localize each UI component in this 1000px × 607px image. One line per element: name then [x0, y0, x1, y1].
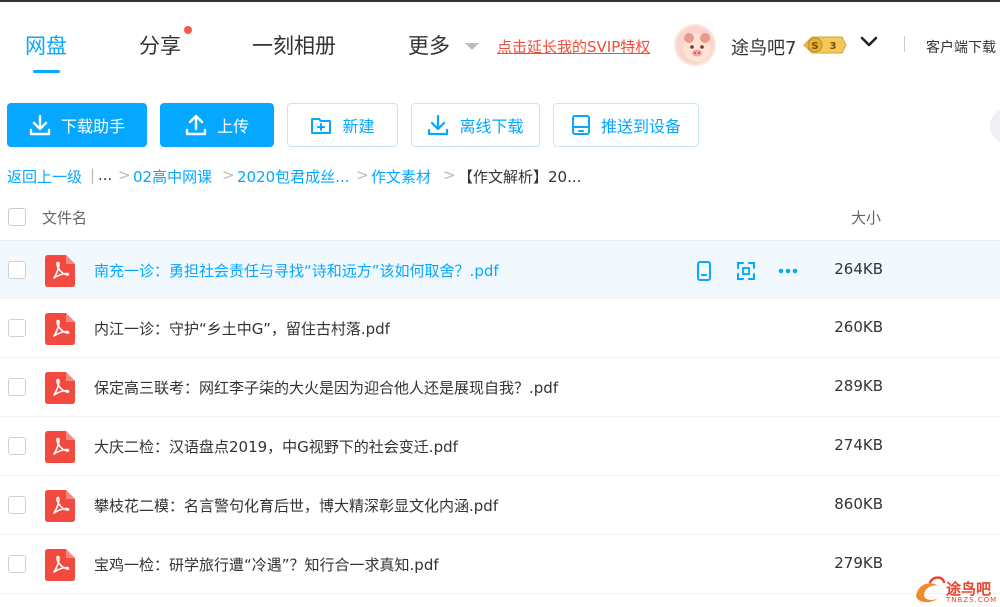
file-size: 274KB [834, 436, 883, 454]
table-row[interactable]: 内江一诊：守护“乡土中G”，留住古村落.pdf 260KB [0, 299, 1000, 358]
table-row[interactable]: 南充一诊：勇担社会责任与寻找“诗和远方”该如何取舍？.pdf 264KB [0, 240, 1000, 299]
offline-download-button[interactable]: 离线下载 [411, 103, 540, 147]
watermark-subtext: TNBZS.COM [946, 596, 998, 604]
file-name[interactable]: 内江一诊：守护“乡土中G”，留住古村落.pdf [94, 318, 390, 339]
file-size: 264KB [834, 260, 883, 278]
row-checkbox[interactable] [8, 261, 26, 279]
table-row[interactable]: 保定高三联考：网红李子柒的大火是因为迎合他人还是展现自我？.pdf 289KB [0, 358, 1000, 417]
pdf-file-icon [45, 431, 75, 463]
vip-level-number: 3 [830, 41, 837, 52]
download-helper-label: 下载助手 [60, 117, 125, 136]
pdf-file-icon [45, 372, 75, 404]
nav-tab-more[interactable]: 更多 [408, 30, 450, 60]
side-panel-toggle[interactable] [990, 108, 1000, 144]
new-folder-button[interactable]: 新建 [287, 103, 398, 147]
more-caret-icon[interactable] [465, 43, 479, 50]
breadcrumb-item-2[interactable]: 2020包君成丝... [237, 166, 349, 187]
upload-icon [185, 114, 207, 136]
breadcrumb-bar: | [90, 166, 96, 184]
nav-tab-share[interactable]: 分享 [139, 30, 181, 60]
client-download-link[interactable]: 客户端下载 [926, 37, 996, 57]
file-size: 279KB [834, 554, 883, 572]
push-to-device-button[interactable]: 推送到设备 [553, 103, 699, 147]
upload-button[interactable]: 上传 [160, 103, 274, 147]
breadcrumb-item-3[interactable]: 作文素材 [371, 166, 431, 187]
offline-download-icon [428, 114, 449, 136]
breadcrumb-sep: > [443, 166, 456, 184]
breadcrumb-sep: > [118, 166, 131, 184]
table-row[interactable]: 大庆二检：汉语盘点2019，中G视野下的社会变迁.pdf 274KB [0, 417, 1000, 476]
upload-label: 上传 [216, 117, 249, 136]
file-name[interactable]: 保定高三联考：网红李子柒的大火是因为迎合他人还是展现自我？.pdf [94, 377, 558, 398]
nav-divider [904, 36, 905, 52]
chevron-down-icon[interactable] [860, 35, 878, 49]
svip-level-badge-icon: S 3 [803, 36, 847, 54]
select-all-checkbox[interactable] [8, 208, 26, 226]
file-name[interactable]: 南充一诊：勇担社会责任与寻找“诗和远方”该如何取舍？.pdf [94, 260, 499, 281]
share-action-icon[interactable] [735, 260, 757, 282]
row-checkbox[interactable] [8, 555, 26, 573]
breadcrumb-current: 【作文解析】20... [458, 168, 582, 186]
download-icon [29, 114, 51, 136]
push-device-action-icon[interactable] [693, 260, 715, 282]
new-folder-icon [311, 118, 332, 134]
breadcrumb-item-1[interactable]: 02高中网课 [133, 166, 212, 187]
column-header-name[interactable]: 文件名 [42, 207, 87, 228]
row-checkbox[interactable] [8, 437, 26, 455]
nav-tab-album[interactable]: 一刻相册 [252, 30, 336, 60]
pdf-file-icon [45, 549, 75, 581]
download-helper-button[interactable]: 下载助手 [7, 103, 147, 147]
row-checkbox[interactable] [8, 319, 26, 337]
file-name[interactable]: 宝鸡一检：研学旅行遭“冷遇”？知行合一求真知.pdf [94, 554, 439, 575]
svip-renew-link[interactable]: 点击延长我的SVIP特权 [497, 36, 650, 57]
table-row[interactable]: 攀枝花二模：名言警句化育后世，博大精深彰显文化内涵.pdf 860KB [0, 476, 1000, 535]
file-name[interactable]: 大庆二检：汉语盘点2019，中G视野下的社会变迁.pdf [94, 436, 458, 457]
vip-badge-letter: S [811, 41, 818, 52]
pdf-file-icon [45, 255, 75, 287]
file-name[interactable]: 攀枝花二模：名言警句化育后世，博大精深彰显文化内涵.pdf [94, 495, 498, 516]
pdf-file-icon [45, 490, 75, 522]
row-checkbox[interactable] [8, 378, 26, 396]
breadcrumb-ellipsis[interactable]: ... [98, 166, 112, 184]
top-nav-bar: 网盘 分享 一刻相册 更多 点击延长我的SVIP特权 途鸟吧7 S 3 客户端下… [0, 0, 1000, 86]
breadcrumb-back-link[interactable]: 返回上一级 [7, 166, 82, 187]
file-size: 260KB [834, 318, 883, 336]
new-folder-label: 新建 [342, 117, 375, 136]
offline-download-label: 离线下载 [459, 117, 524, 136]
column-header-size[interactable]: 大小 [851, 207, 881, 228]
active-tab-indicator [33, 70, 60, 73]
avatar-face-icon [683, 33, 711, 62]
row-checkbox[interactable] [8, 496, 26, 514]
device-icon [571, 115, 590, 135]
nav-tab-netdisk[interactable]: 网盘 [25, 30, 67, 60]
pdf-file-icon [45, 313, 75, 345]
breadcrumb-sep: > [222, 166, 235, 184]
avatar[interactable] [674, 24, 716, 66]
username[interactable]: 途鸟吧7 [731, 34, 796, 60]
breadcrumb-sep: > [356, 166, 369, 184]
more-actions-icon[interactable] [777, 260, 799, 282]
push-to-device-label: 推送到设备 [600, 117, 681, 136]
table-row[interactable]: 宝鸡一检：研学旅行遭“冷遇”？知行合一求真知.pdf 279KB [0, 535, 1000, 594]
file-size: 289KB [834, 377, 883, 395]
file-size: 860KB [834, 495, 883, 513]
notification-dot [184, 26, 192, 34]
